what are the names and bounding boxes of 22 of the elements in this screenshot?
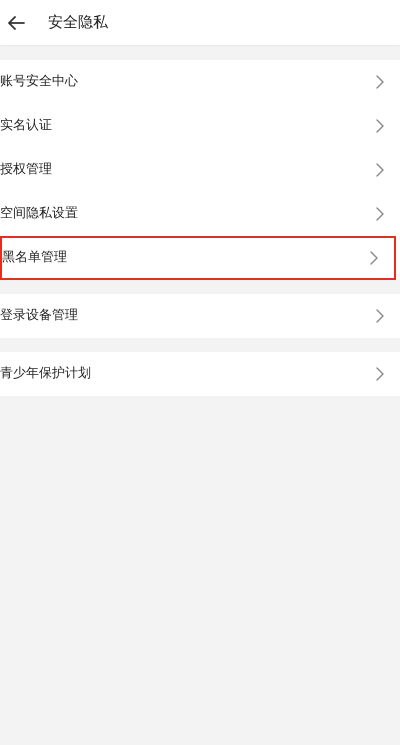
item-label: 授权管理: [0, 161, 52, 180]
chevron-icon: [376, 309, 384, 323]
item-label: 空间隐私设置: [0, 205, 78, 224]
settings-item[interactable]: 账号安全中心: [0, 60, 400, 104]
item-label: 实名认证: [0, 117, 52, 136]
settings-item[interactable]: 登录设备管理: [0, 294, 400, 338]
item-label: 账号安全中心: [0, 73, 78, 92]
settings-item[interactable]: 空间隐私设置: [0, 192, 400, 236]
settings-item[interactable]: 授权管理: [0, 148, 400, 192]
settings-item[interactable]: 实名认证: [0, 104, 400, 148]
chevron-icon: [376, 207, 384, 221]
settings-item[interactable]: 黑名单管理: [0, 236, 396, 280]
chevron-icon: [376, 75, 384, 89]
item-label: 青少年保护计划: [0, 365, 91, 384]
chevron-icon: [376, 119, 384, 133]
page-title: 安全隐私: [48, 12, 108, 34]
chevron-icon: [376, 163, 384, 177]
chevron-icon: [370, 251, 378, 265]
item-label: 登录设备管理: [0, 307, 78, 326]
item-label: 黑名单管理: [2, 249, 67, 268]
settings-item[interactable]: 青少年保护计划: [0, 352, 400, 396]
chevron-icon: [376, 367, 384, 381]
